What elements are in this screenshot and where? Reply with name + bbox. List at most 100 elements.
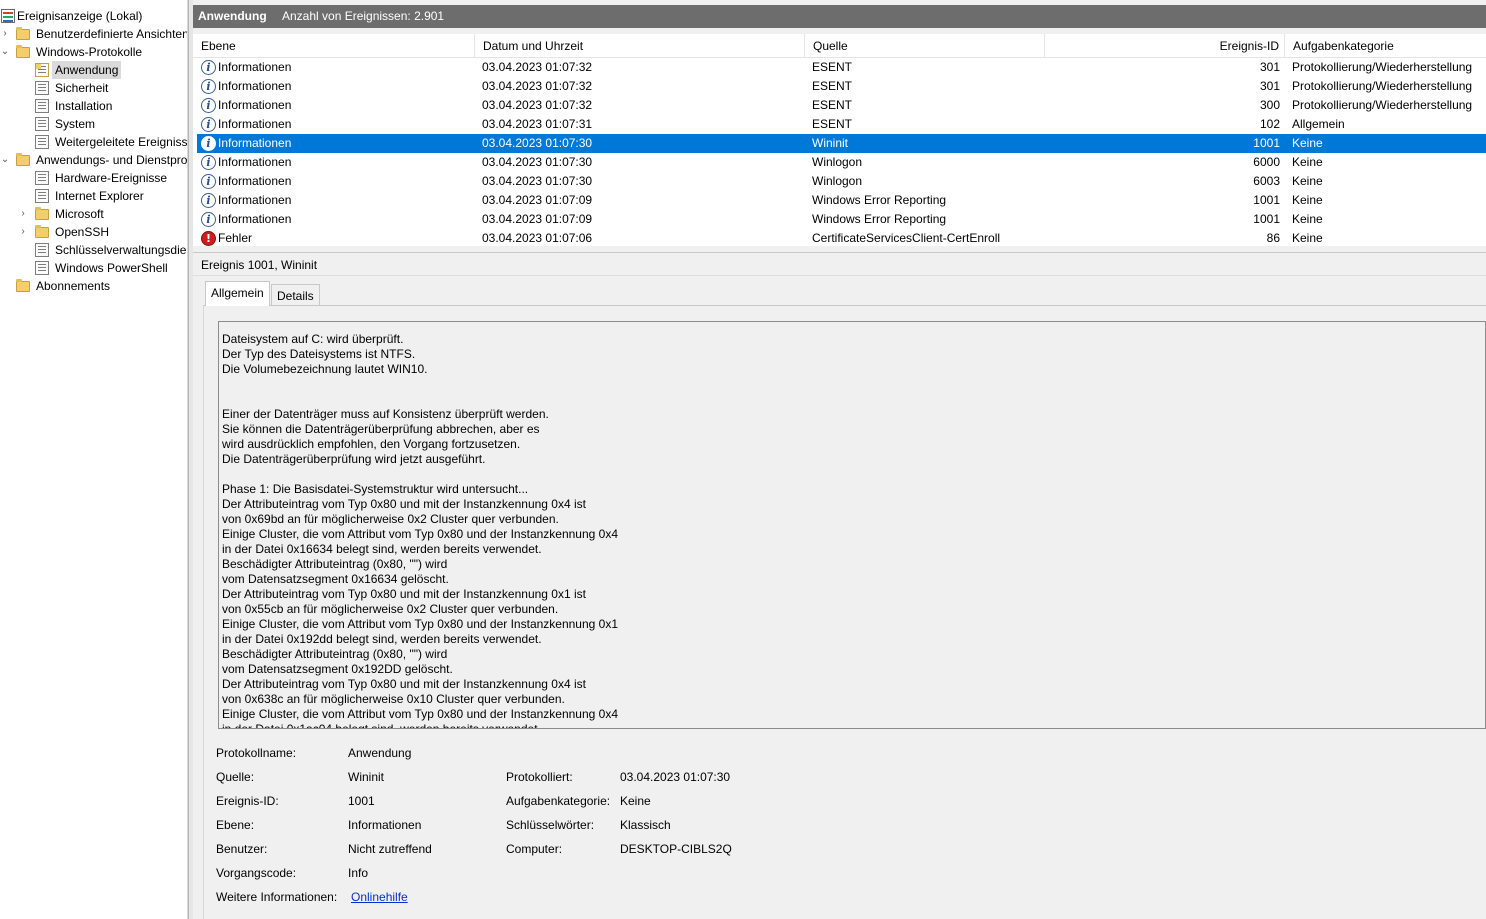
prop-label-computer: Computer: bbox=[506, 842, 563, 856]
tree-item-label: Internet Explorer bbox=[55, 189, 144, 203]
event-datetime: 03.04.2023 01:07:06 bbox=[482, 231, 593, 245]
info-icon: i bbox=[201, 155, 216, 170]
tree-item-label: Schlüsselverwaltungsdienst bbox=[55, 243, 188, 257]
description-line: in der Datei 0x16634 belegt sind, werden… bbox=[222, 542, 542, 556]
tree-item-microsoft[interactable]: › Microsoft bbox=[0, 205, 187, 223]
event-row[interactable]: i Informationen 03.04.2023 01:07:09 Windows… bbox=[197, 210, 1486, 229]
event-category: Protokollierung/Wiederherstellung bbox=[1292, 60, 1473, 74]
tab-details[interactable]: Details bbox=[271, 284, 320, 306]
info-icon: i bbox=[201, 174, 216, 189]
event-category: Protokollierung/Wiederherstellung bbox=[1292, 98, 1473, 112]
tree-item-installation[interactable]: Installation bbox=[0, 97, 187, 115]
event-row[interactable]: i Informationen 03.04.2023 01:07:32 ESENT 30… bbox=[197, 77, 1486, 96]
error-icon: ! bbox=[201, 231, 216, 246]
description-line: Beschädigter Attributeintrag (0x80, "") … bbox=[222, 647, 448, 661]
tab-allgemein[interactable]: Allgemein bbox=[205, 281, 270, 306]
event-row[interactable]: i Informationen 03.04.2023 01:07:30 Winlogo… bbox=[197, 153, 1486, 172]
description-line bbox=[222, 392, 1485, 407]
tree-item-sicherheit[interactable]: Sicherheit bbox=[0, 79, 187, 97]
tree-item-label: System bbox=[55, 117, 96, 131]
chevron-right-icon[interactable]: › bbox=[0, 25, 10, 43]
info-icon: i bbox=[201, 79, 216, 94]
event-row[interactable]: i Informationen 03.04.2023 01:07:30 Winlogo… bbox=[197, 172, 1486, 191]
event-description[interactable]: Dateisystem auf C: wird überprüft. Der Ty… bbox=[218, 321, 1486, 729]
description-line: Sie können die Datenträgerüberprüfung ab… bbox=[222, 422, 540, 436]
tree-item-openssh[interactable]: › OpenSSH bbox=[0, 223, 187, 241]
event-source: ESENT bbox=[812, 98, 853, 112]
description-line: Einige Cluster, die vom Attribut vom Typ… bbox=[222, 617, 619, 631]
tree-item-schluesselverwaltungsdienst[interactable]: Schlüsselverwaltungsdienst bbox=[0, 241, 188, 259]
event-category: Keine bbox=[1292, 193, 1323, 207]
description-line: Einige Cluster, die vom Attribut vom Typ… bbox=[222, 527, 619, 541]
column-header-datetime[interactable]: Datum und Uhrzeit bbox=[475, 34, 805, 58]
description-line: Der Attributeintrag vom Typ 0x80 und mit… bbox=[222, 677, 586, 691]
chevron-down-icon[interactable]: ⌄ bbox=[0, 151, 10, 169]
description-line: Der Typ des Dateisystems ist NTFS. bbox=[222, 347, 416, 361]
chevron-right-icon[interactable]: › bbox=[18, 223, 28, 241]
folder-icon bbox=[16, 153, 30, 166]
event-datetime: 03.04.2023 01:07:30 bbox=[482, 136, 593, 150]
tree-item-system[interactable]: System bbox=[0, 115, 187, 133]
event-category: Keine bbox=[1292, 136, 1323, 150]
tree-item-label: Installation bbox=[55, 99, 113, 113]
event-id: 301 bbox=[1259, 79, 1280, 93]
tree-item-abonnements[interactable]: Abonnements bbox=[0, 277, 187, 295]
tree-item-anwendungs-und-dienstprotokolle[interactable]: ⌄ Anwendungs- und Dienstprotokolle bbox=[0, 151, 187, 169]
tree-item-label: OpenSSH bbox=[55, 225, 110, 239]
column-header-level[interactable]: Ebene bbox=[193, 34, 475, 58]
tree-item-weitergeleitete-ereignisse[interactable]: Weitergeleitete Ereignisse bbox=[0, 133, 187, 151]
log-icon bbox=[35, 99, 49, 113]
description-line: Phase 1: Die Basisdatei-Systemstruktur w… bbox=[222, 482, 529, 496]
description-line: wird ausdrücklich empfohlen, den Vorgang… bbox=[222, 437, 521, 451]
tree-item-label: Abonnements bbox=[36, 279, 111, 293]
event-count: Anzahl von Ereignissen: 2.901 bbox=[282, 9, 445, 23]
event-source: ESENT bbox=[812, 60, 853, 74]
description-line: Die Volumebezeichnung lautet WIN10. bbox=[222, 362, 428, 376]
log-icon bbox=[35, 189, 49, 203]
tree-item-label: Benutzerdefinierte Ansichten bbox=[36, 27, 188, 41]
event-row[interactable]: i Informationen 03.04.2023 01:07:32 ESENT 30… bbox=[197, 58, 1486, 77]
event-category: Keine bbox=[1292, 174, 1323, 188]
event-level: Informationen bbox=[218, 155, 292, 169]
event-datetime: 03.04.2023 01:07:30 bbox=[482, 174, 593, 188]
event-source: Windows Error Reporting bbox=[812, 212, 947, 226]
event-source: CertificateServicesClient-CertEnroll bbox=[812, 231, 1001, 245]
chevron-down-icon[interactable]: ⌄ bbox=[0, 43, 10, 61]
event-row[interactable]: i Informationen 03.04.2023 01:07:30 Wininit… bbox=[197, 134, 1486, 153]
event-viewer-icon bbox=[1, 9, 15, 23]
event-level: Informationen bbox=[218, 79, 292, 93]
event-id: 86 bbox=[1266, 231, 1280, 245]
chevron-right-icon[interactable]: › bbox=[18, 205, 28, 223]
log-icon bbox=[35, 261, 49, 275]
event-level: Informationen bbox=[218, 212, 292, 226]
description-line: Beschädigter Attributeintrag (0x80, "") … bbox=[222, 557, 448, 571]
event-source: Wininit bbox=[812, 136, 849, 150]
event-id: 102 bbox=[1259, 117, 1280, 131]
prop-value-computer: DESKTOP-CIBLS2Q bbox=[620, 842, 732, 856]
log-name: Anwendung bbox=[198, 9, 267, 23]
log-icon bbox=[35, 243, 49, 257]
tree-item-internet-explorer[interactable]: Internet Explorer bbox=[0, 187, 187, 205]
event-row[interactable]: ! Fehler 03.04.2023 01:07:06 CertificateSer… bbox=[197, 229, 1486, 246]
tree-item-anwendung[interactable]: Anwendung bbox=[0, 61, 187, 79]
tree-item-hardware-ereignisse[interactable]: Hardware-Ereignisse bbox=[0, 169, 187, 187]
event-row[interactable]: i Informationen 03.04.2023 01:07:31 ESENT 10… bbox=[197, 115, 1486, 134]
tree-item-windows-protokolle[interactable]: ⌄ Windows-Protokolle bbox=[0, 43, 187, 61]
prop-label-keywords: Schlüsselwörter: bbox=[506, 818, 595, 832]
event-datetime: 03.04.2023 01:07:32 bbox=[482, 98, 593, 112]
description-line: Dateisystem auf C: wird überprüft. bbox=[222, 332, 404, 346]
folder-icon bbox=[16, 45, 30, 58]
folder-icon bbox=[35, 225, 49, 238]
column-header-event-id[interactable]: Ereignis-ID bbox=[1045, 34, 1285, 58]
event-source: ESENT bbox=[812, 79, 853, 93]
description-line: Der Attributeintrag vom Typ 0x80 und mit… bbox=[222, 587, 586, 601]
tree-item-benutzerdefinierte-ansichten[interactable]: › Benutzerdefinierte Ansichten bbox=[0, 25, 188, 43]
tree-item-windows-powershell[interactable]: Windows PowerShell bbox=[0, 259, 187, 277]
event-row[interactable]: i Informationen 03.04.2023 01:07:09 Windows… bbox=[197, 191, 1486, 210]
event-row[interactable]: i Informationen 03.04.2023 01:07:32 ESENT 30… bbox=[197, 96, 1486, 115]
column-header-source[interactable]: Quelle bbox=[805, 34, 1045, 58]
column-header-category[interactable]: Aufgabenkategorie bbox=[1285, 34, 1486, 58]
info-icon: i bbox=[201, 98, 216, 113]
online-help-link[interactable]: Onlinehilfe bbox=[351, 890, 408, 904]
event-id: 1001 bbox=[1253, 212, 1280, 226]
